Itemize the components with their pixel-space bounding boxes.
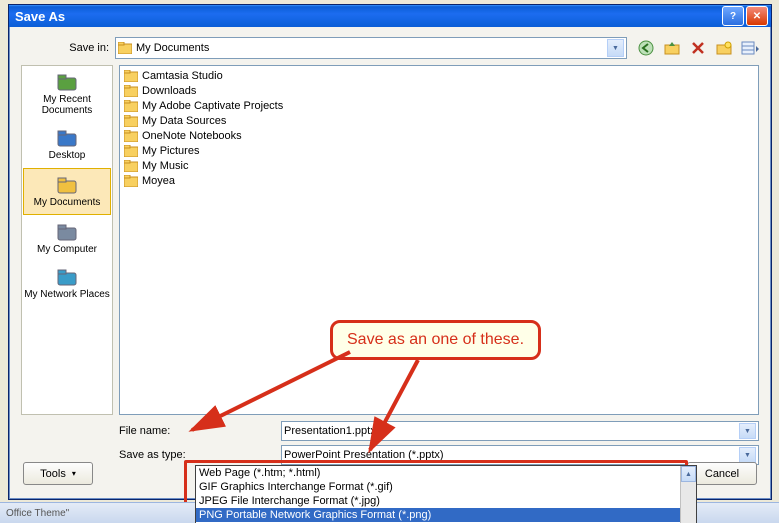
savetype-value: PowerPoint Presentation (*.pptx) [284, 449, 444, 461]
close-button[interactable]: ✕ [746, 6, 768, 26]
new-folder-icon[interactable] [715, 39, 733, 57]
savetype-label: Save as type: [21, 449, 281, 461]
cancel-button[interactable]: Cancel [687, 462, 757, 485]
window-title: Save As [15, 9, 722, 24]
folder-item[interactable]: My Pictures [122, 143, 756, 158]
folder-item[interactable]: OneNote Notebooks [122, 128, 756, 143]
place-icon [56, 128, 78, 148]
filename-label: File name: [21, 425, 281, 437]
place-label: My Network Places [24, 289, 110, 300]
scroll-up-icon[interactable]: ▲ [681, 466, 696, 482]
folder-name: My Music [142, 160, 188, 172]
folder-name: OneNote Notebooks [142, 130, 242, 142]
views-icon[interactable] [741, 39, 759, 57]
help-button[interactable]: ? [722, 6, 744, 26]
place-item[interactable]: My Recent Documents [22, 66, 112, 122]
annotation-callout: Save as an one of these. [330, 320, 541, 360]
up-icon[interactable] [663, 39, 681, 57]
filename-value: Presentation1.pptx [284, 425, 376, 437]
chevron-down-icon[interactable]: ▼ [739, 423, 756, 439]
folder-icon [124, 100, 138, 112]
folder-name: My Pictures [142, 145, 199, 157]
savetype-option[interactable]: JPEG File Interchange Format (*.jpg) [196, 494, 696, 508]
filename-input[interactable]: Presentation1.pptx ▼ [281, 421, 759, 441]
save-in-value: My Documents [136, 42, 209, 54]
savetype-option[interactable]: PNG Portable Network Graphics Format (*.… [196, 508, 696, 522]
titlebar: Save As ? ✕ [9, 5, 771, 27]
file-list[interactable]: Camtasia Studio Downloads My Adobe Captiva… [119, 65, 759, 415]
place-item[interactable]: Desktop [22, 122, 112, 167]
folder-icon [124, 175, 138, 187]
places-bar: My Recent Documents Desktop My Documents My… [21, 65, 113, 415]
folder-item[interactable]: My Adobe Captivate Projects [122, 98, 756, 113]
folder-name: Moyea [142, 175, 175, 187]
place-item[interactable]: My Network Places [22, 261, 112, 306]
place-item[interactable]: My Documents [23, 168, 111, 215]
back-icon[interactable] [637, 39, 655, 57]
tools-button[interactable]: Tools [23, 462, 93, 485]
toolbar [637, 39, 759, 57]
place-icon [56, 222, 78, 242]
folder-icon [124, 115, 138, 127]
chevron-down-icon[interactable]: ▼ [607, 39, 624, 57]
folder-item[interactable]: My Data Sources [122, 113, 756, 128]
folder-name: Downloads [142, 85, 196, 97]
folder-icon [124, 130, 138, 142]
scrollbar[interactable]: ▲ ▼ [680, 466, 696, 523]
savetype-option[interactable]: Web Page (*.htm; *.html) [196, 466, 696, 480]
folder-item[interactable]: Moyea [122, 173, 756, 188]
folder-icon [118, 42, 132, 54]
folder-item[interactable]: Downloads [122, 83, 756, 98]
folder-name: Camtasia Studio [142, 70, 223, 82]
place-icon [56, 267, 78, 287]
savetype-dropdown[interactable]: ▲ ▼ Web Page (*.htm; *.html)GIF Graphics… [195, 465, 697, 523]
chevron-down-icon[interactable]: ▼ [739, 447, 756, 463]
place-label: My Recent Documents [24, 94, 110, 116]
folder-icon [124, 85, 138, 97]
place-label: My Documents [34, 197, 101, 208]
save-in-combo[interactable]: My Documents ▼ [115, 37, 627, 59]
place-label: Desktop [49, 150, 86, 161]
place-icon [56, 72, 78, 92]
folder-name: My Adobe Captivate Projects [142, 100, 283, 112]
place-item[interactable]: My Computer [22, 216, 112, 261]
folder-item[interactable]: My Music [122, 158, 756, 173]
folder-item[interactable]: Camtasia Studio [122, 68, 756, 83]
folder-name: My Data Sources [142, 115, 226, 127]
delete-icon[interactable] [689, 39, 707, 57]
folder-icon [124, 160, 138, 172]
folder-icon [124, 70, 138, 82]
save-in-label: Save in: [21, 42, 115, 54]
save-as-dialog: Save As ? ✕ Save in: My Documents ▼ [8, 4, 772, 500]
place-label: My Computer [37, 244, 97, 255]
savetype-option[interactable]: GIF Graphics Interchange Format (*.gif) [196, 480, 696, 494]
folder-icon [124, 145, 138, 157]
place-icon [56, 175, 78, 195]
